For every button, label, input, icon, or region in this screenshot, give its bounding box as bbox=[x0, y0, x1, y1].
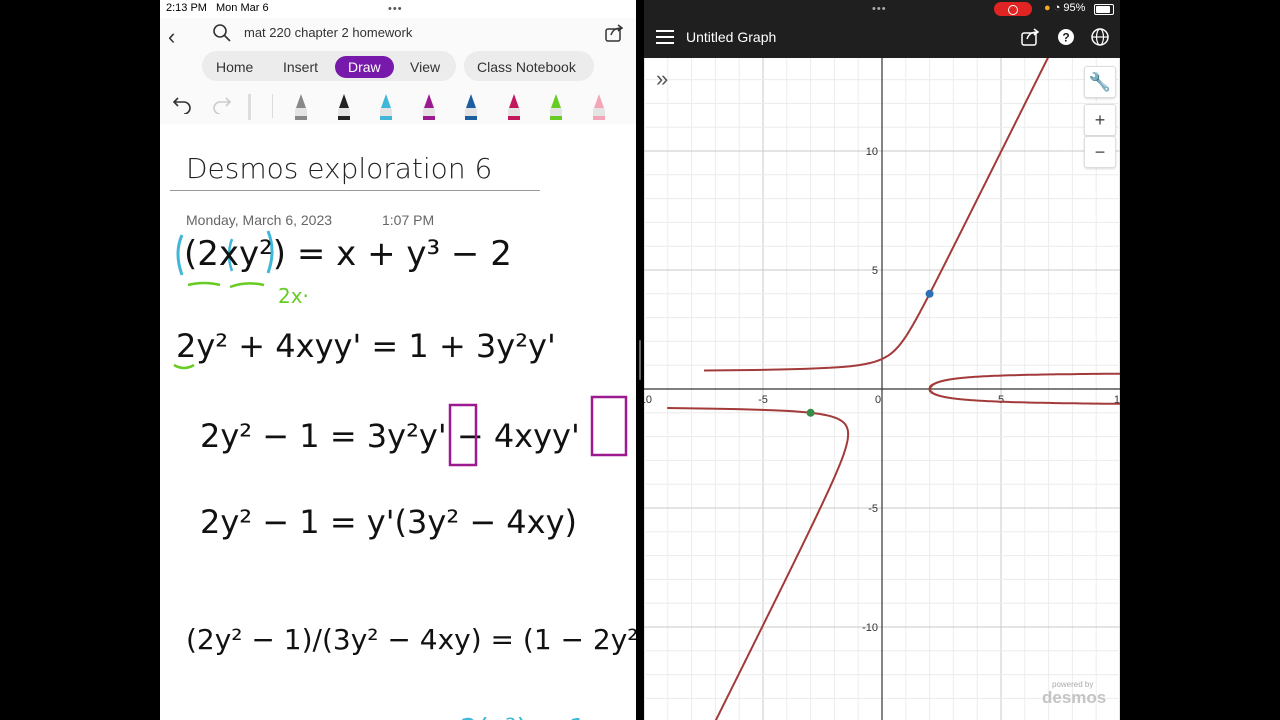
underline-green-1 bbox=[187, 281, 221, 287]
tab-view[interactable]: View bbox=[410, 56, 440, 78]
back-chevron-icon[interactable]: ‹ bbox=[168, 24, 175, 50]
desmos-header: Untitled Graph ? bbox=[644, 18, 1120, 58]
line-2: 2x· bbox=[278, 284, 309, 308]
y-tick--5: -5 bbox=[868, 503, 878, 515]
redo-icon[interactable] bbox=[212, 92, 232, 114]
x-tick--10: -10 bbox=[644, 394, 652, 406]
x-tick-0: 0 bbox=[875, 394, 881, 406]
onenote-toolbar: ‹ mat 220 chapter 2 homework Home Insert… bbox=[160, 18, 636, 124]
curve-branch-upper bbox=[703, 43, 1056, 372]
wrench-settings-button[interactable]: 🔧 bbox=[1084, 66, 1116, 98]
battery-percent: 95% bbox=[1063, 2, 1086, 14]
status-bar-left: 2:13 PM Mon Mar 6 ••• bbox=[160, 0, 636, 18]
tab-draw[interactable]: Draw bbox=[335, 56, 394, 78]
paren-left-mark bbox=[176, 234, 184, 276]
tab-class-notebook[interactable]: Class Notebook bbox=[477, 56, 576, 78]
help-icon[interactable]: ? bbox=[1056, 27, 1076, 47]
zoom-in-button[interactable]: + bbox=[1084, 104, 1116, 136]
onenote-pane: ‹ mat 220 chapter 2 homework Home Insert… bbox=[160, 18, 636, 720]
draw-tools bbox=[160, 88, 636, 124]
status-date: Mon Mar 6 bbox=[216, 2, 269, 14]
graph-title[interactable]: Untitled Graph bbox=[686, 29, 776, 45]
point-2 bbox=[806, 408, 815, 417]
multitask-dots-icon[interactable]: ••• bbox=[388, 3, 403, 15]
share-icon[interactable] bbox=[604, 23, 624, 43]
split-handle[interactable] bbox=[639, 340, 641, 380]
line-7: 2(y²) − 1 bbox=[460, 712, 587, 720]
search-query[interactable]: mat 220 chapter 2 homework bbox=[244, 25, 412, 40]
search-icon[interactable] bbox=[212, 23, 232, 43]
status-time: 2:13 PM bbox=[166, 2, 207, 14]
pen-tool-5-icon[interactable] bbox=[462, 92, 480, 122]
pen-tool-6-icon[interactable] bbox=[505, 92, 523, 122]
pen-tool-4-icon[interactable] bbox=[420, 92, 438, 122]
y-tick--10: -10 bbox=[862, 622, 878, 634]
line-1: (2xy²) = x + y³ − 2 bbox=[184, 234, 512, 274]
y-tick-5: 5 bbox=[872, 265, 878, 277]
desmos-pane: Untitled Graph ? -10-50510105-5-10 » 🔧 +… bbox=[636, 18, 1120, 720]
tab-insert[interactable]: Insert bbox=[283, 56, 318, 78]
line-6: (2y² − 1)/(3y² − 4xy) = (1 − 2y²)/(4xy −… bbox=[186, 623, 636, 656]
handwritten-notes[interactable]: (2xy²) = x + y³ − 2 2x· 2y² + 4xyy' = 1 … bbox=[160, 223, 636, 720]
lasso-tool-icon[interactable] bbox=[246, 92, 254, 122]
hamburger-menu-icon[interactable] bbox=[656, 29, 674, 45]
multitask-dots-icon-right[interactable]: ••• bbox=[872, 3, 887, 15]
ipad-screen: 2:13 PM Mon Mar 6 ••• ••• ● ◔ 95% ‹ mat … bbox=[160, 0, 1120, 720]
x-tick--5: -5 bbox=[758, 394, 768, 406]
pen-tool-2-icon[interactable] bbox=[335, 92, 353, 122]
globe-icon[interactable] bbox=[1090, 27, 1110, 47]
share-graph-icon[interactable] bbox=[1020, 27, 1040, 47]
pen-tool-3-icon[interactable] bbox=[377, 92, 395, 122]
status-bar-right: ••• ● ◔ 95% bbox=[644, 0, 1120, 18]
tools-separator bbox=[272, 94, 273, 118]
graph-svg[interactable]: -10-50510105-5-10 bbox=[636, 43, 1120, 720]
line-4: 2y² − 1 = 3y²y' − 4xyy' bbox=[200, 417, 580, 455]
underline-green-3 bbox=[173, 363, 195, 370]
graph-canvas[interactable]: -10-50510105-5-10 » 🔧 + − powered by des… bbox=[636, 43, 1120, 720]
underline-green-2 bbox=[229, 282, 265, 289]
pen-tool-8-icon[interactable] bbox=[590, 92, 608, 122]
zoom-out-button[interactable]: − bbox=[1084, 136, 1116, 168]
battery-icon bbox=[1094, 4, 1114, 15]
recording-indicator-icon[interactable] bbox=[994, 2, 1032, 16]
line-5: 2y² − 1 = y'(3y² − 4xy) bbox=[200, 503, 577, 541]
box-mark-2 bbox=[590, 395, 628, 457]
title-underline bbox=[170, 190, 540, 191]
pen-tool-7-icon[interactable] bbox=[547, 92, 565, 122]
desmos-logo: desmos bbox=[1042, 688, 1107, 707]
tab-home[interactable]: Home bbox=[216, 56, 253, 78]
page-title[interactable]: Desmos exploration 6 bbox=[186, 152, 492, 185]
line-3: 2y² + 4xyy' = 1 + 3y²y' bbox=[176, 327, 556, 365]
curve-branch-lower bbox=[667, 407, 850, 720]
expand-expressions-icon[interactable]: » bbox=[656, 66, 668, 92]
point-1 bbox=[925, 289, 934, 298]
svg-text:?: ? bbox=[1062, 31, 1069, 45]
undo-icon[interactable] bbox=[172, 92, 192, 114]
y-tick-10: 10 bbox=[866, 146, 878, 158]
pen-tool-1-icon[interactable] bbox=[292, 92, 310, 122]
status-icons: ● ◔ 95% bbox=[1044, 2, 1086, 14]
x-tick-5: 5 bbox=[998, 394, 1004, 406]
